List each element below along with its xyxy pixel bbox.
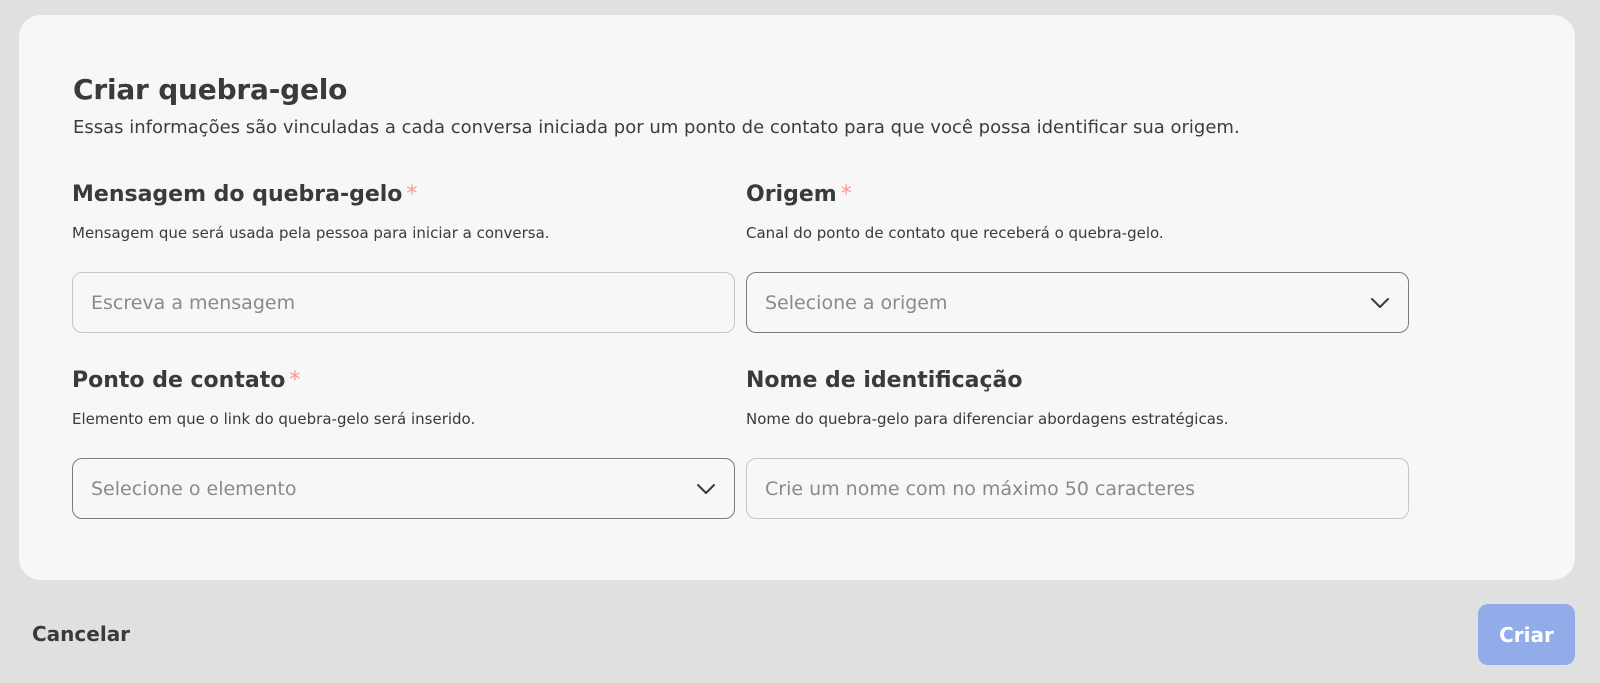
- contact-point-label-text: Ponto de contato: [72, 368, 286, 393]
- identification-name-label: Nome de identificação: [746, 368, 1409, 398]
- origin-field-group: Origem * Canal do ponto de contato que re…: [746, 182, 1409, 333]
- identification-name-input[interactable]: [765, 477, 1390, 500]
- origin-label: Origem *: [746, 182, 1409, 212]
- message-help: Mensagem que será usada pela pessoa para…: [72, 224, 550, 242]
- identification-name-input-box[interactable]: [746, 458, 1409, 519]
- message-input[interactable]: [91, 291, 716, 314]
- cancel-button[interactable]: Cancelar: [32, 622, 130, 646]
- contact-point-select-placeholder: Selecione o elemento: [91, 477, 297, 500]
- origin-label-text: Origem: [746, 182, 837, 207]
- message-field-group: Mensagem do quebra-gelo * Mensagem que se…: [72, 182, 735, 333]
- page-subtitle: Essas informações são vinculadas a cada …: [73, 117, 1240, 138]
- origin-select[interactable]: Selecione a origem: [746, 272, 1409, 333]
- required-mark: *: [289, 368, 301, 393]
- contact-point-label: Ponto de contato *: [72, 368, 735, 398]
- identification-name-label-text: Nome de identificação: [746, 368, 1023, 393]
- create-button[interactable]: Criar: [1478, 604, 1575, 665]
- origin-help: Canal do ponto de contato que receberá o…: [746, 224, 1164, 242]
- message-label: Mensagem do quebra-gelo *: [72, 182, 735, 212]
- required-mark: *: [840, 182, 852, 207]
- contact-point-select[interactable]: Selecione o elemento: [72, 458, 735, 519]
- message-label-text: Mensagem do quebra-gelo: [72, 182, 403, 207]
- identification-name-help: Nome do quebra-gelo para diferenciar abo…: [746, 410, 1229, 428]
- chevron-down-icon: [697, 483, 715, 494]
- form-card: Criar quebra-gelo Essas informações são …: [19, 15, 1575, 580]
- chevron-down-icon: [1371, 297, 1389, 308]
- contact-point-help: Elemento em que o link do quebra-gelo se…: [72, 410, 476, 428]
- message-input-box[interactable]: [72, 272, 735, 333]
- required-mark: *: [406, 182, 418, 207]
- contact-point-field-group: Ponto de contato * Elemento em que o link…: [72, 368, 735, 519]
- origin-select-placeholder: Selecione a origem: [765, 291, 948, 314]
- identification-name-field-group: Nome de identificação Nome do quebra-gel…: [746, 368, 1409, 519]
- page-title: Criar quebra-gelo: [73, 73, 348, 106]
